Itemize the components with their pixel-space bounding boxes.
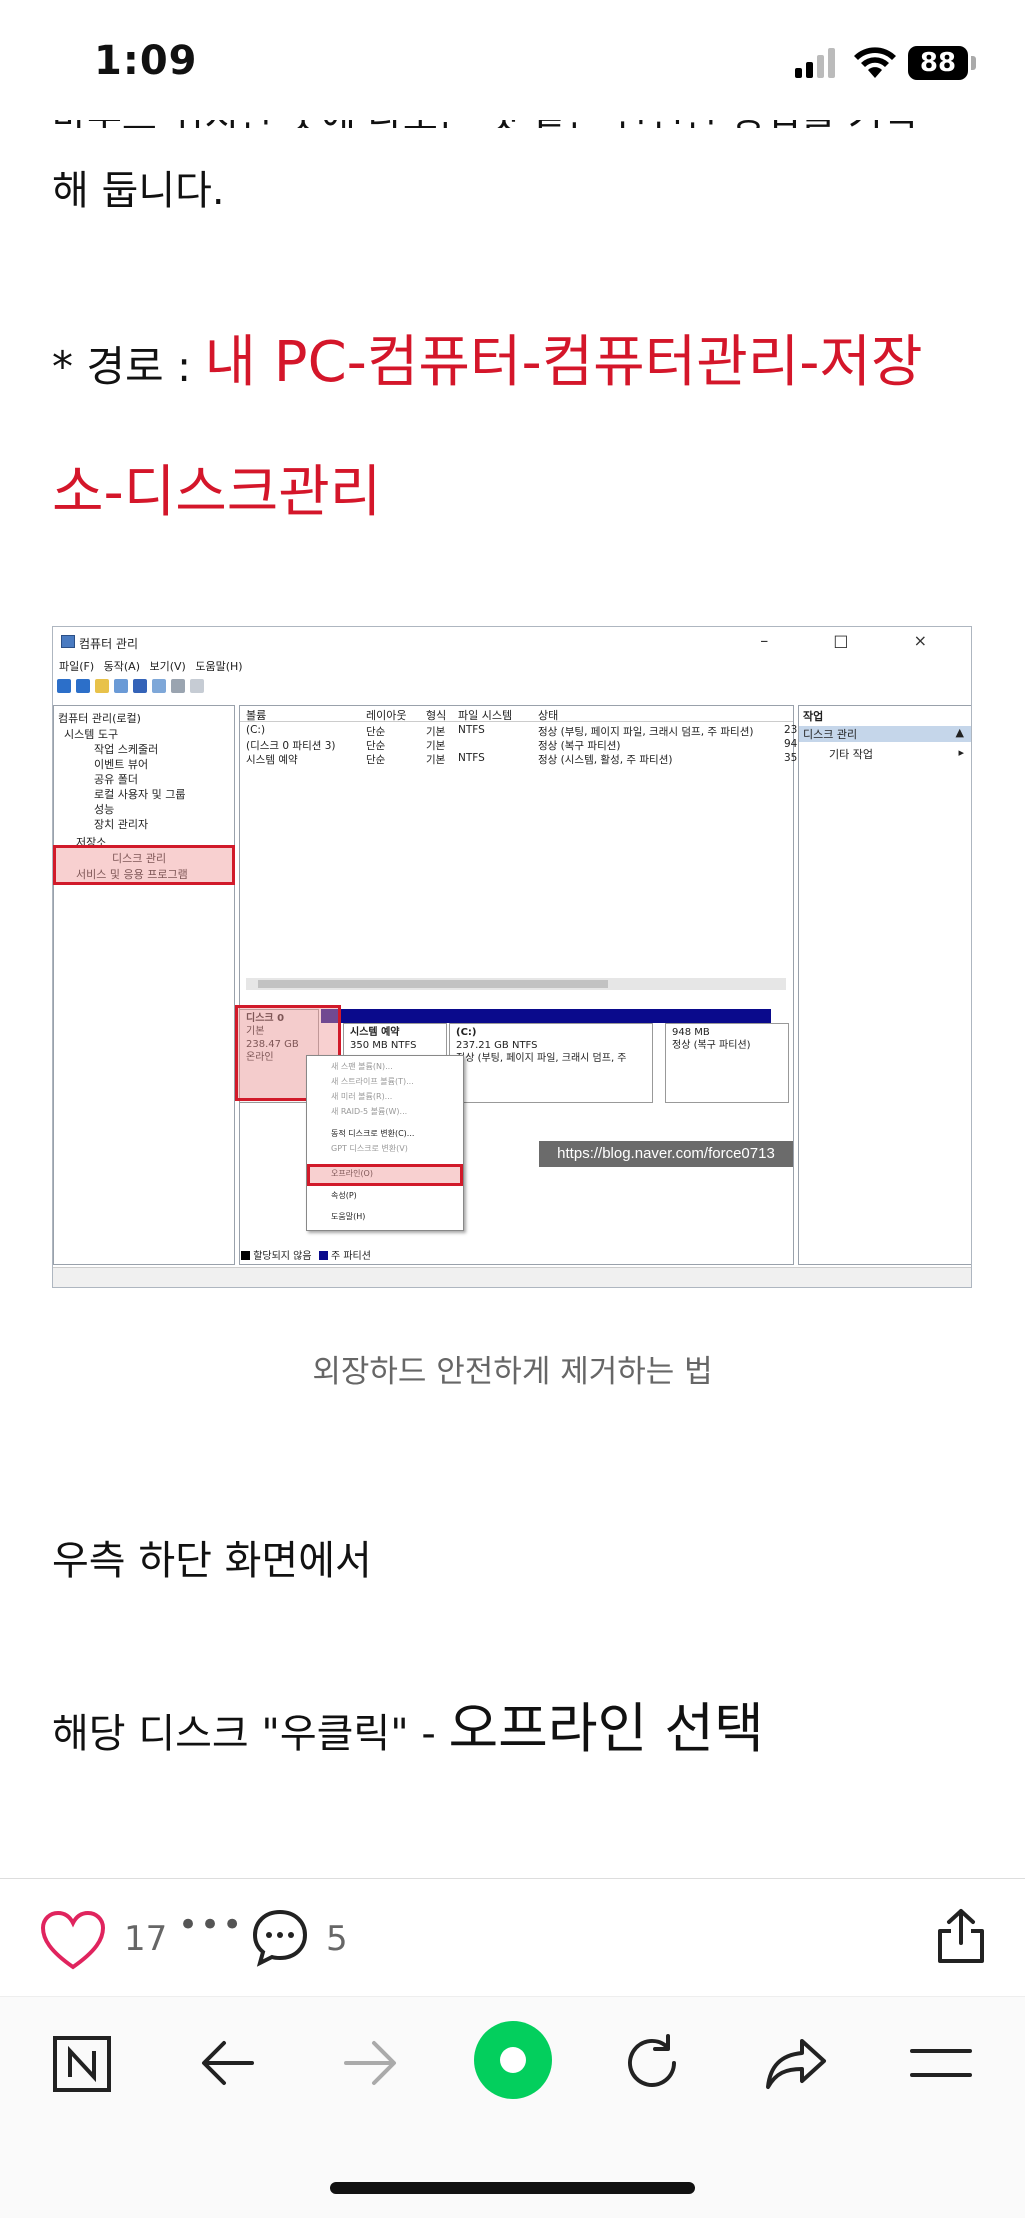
tree-item: 공유 폴더 [94,773,138,786]
unallocated-swatch [241,1251,250,1260]
highlight-offline [307,1164,463,1186]
comment-icon[interactable] [250,1907,310,1967]
window-titlebar: 컴퓨터 관리 – □ × [53,627,971,657]
partition-bar [321,1009,771,1023]
heart-icon[interactable] [40,1911,106,1971]
legend: 할당되지 않음 주 파티션 [241,1247,371,1262]
battery-icon: 88 [908,46,968,80]
path-label: * 경로 : [52,342,205,391]
tree-item: 이벤트 뷰어 [94,758,149,771]
computer-management-screenshot[interactable]: 컴퓨터 관리 – □ × 파일(F) 동작(A) 보기(V) 도움말(H) 컴퓨… [52,626,972,1288]
menu-item[interactable]: 새 미러 볼륨(R)... [331,1091,392,1102]
menu-icon[interactable] [910,2043,972,2083]
reload-icon[interactable] [622,2033,682,2093]
menu-item[interactable]: 새 스팬 볼륨(N)... [331,1061,393,1072]
image-caption: 외장하드 안전하게 제거하는 법 [312,1354,713,1390]
menu-item[interactable]: 새 RAID-5 볼륨(W)... [331,1106,407,1117]
tree-item: 로컬 사용자 및 그룹 [94,788,186,801]
wifi-icon [854,47,896,78]
navigation-tree: 컴퓨터 관리(로컬) 시스템 도구 작업 스케줄러 이벤트 뷰어 공유 폴더 로… [53,705,235,1265]
home-indicator[interactable] [330,2182,695,2194]
menu-item[interactable]: 동적 디스크로 변환(C)... [331,1128,414,1139]
view-icon [114,679,128,693]
menu-item[interactable]: 속성(P) [331,1190,357,1201]
share-arrow-icon[interactable] [764,2035,828,2091]
paragraph-3: 해당 디스크 "우클릭" - 오프라인 선택 [52,1697,764,1760]
context-menu[interactable]: 새 스팬 볼륨(N)... 새 스트라이프 볼륨(T)... 새 미러 볼륨(R… [306,1055,464,1231]
list-icon [190,679,204,693]
like-count: 17 [124,1919,168,1959]
primary-swatch [318,1251,328,1260]
menu-item[interactable]: 도움말(H) [331,1211,365,1222]
window-statusbar [53,1267,971,1287]
paragraph-1: 해 둡니다. [52,168,225,214]
toolbar [57,679,204,699]
tree-item: 컴퓨터 관리(로컬) [58,712,141,725]
folder-icon [95,679,109,693]
actions-pane: 작업 디스크 관리 ▲ 기타 작업 ▸ [798,705,971,1265]
status-bar: 1:09 88 [0,0,1025,120]
partition-recovery[interactable]: 948 MB 정상 (복구 파티션) [665,1023,789,1103]
menu-item[interactable]: GPT 디스크로 변환(V) [331,1143,408,1154]
properties-icon [152,679,166,693]
actions-title: 작업 [803,710,824,723]
signal-icon [795,48,835,78]
comment-count: 5 [326,1919,348,1959]
tree-item: 성능 [94,803,115,816]
naver-n-icon[interactable] [52,2035,112,2093]
status-time: 1:09 [94,38,198,84]
actions-subitem[interactable]: 기타 작업 [829,746,873,762]
menu-item[interactable]: 새 스트라이프 볼륨(T)... [331,1076,414,1087]
reaction-bar: 17 ••• 5 [0,1878,1025,1996]
window-buttons: – □ × [760,631,957,650]
path-heading: * 경로 : 내 PC-컴퓨터-컴퓨터관리-저장소-디스크관리 [52,300,982,556]
volume-header: 볼륨 레이아웃 형식 파일 시스템 상태 [240,706,793,722]
highlight-storage [53,845,235,885]
actions-item[interactable]: 디스크 관리 ▲ [799,726,971,742]
more-icon[interactable]: ••• [178,1905,244,1945]
tree-item: 작업 스케줄러 [94,743,159,756]
menu-bar: 파일(F) 동작(A) 보기(V) 도움말(H) [59,660,243,673]
collapse-icon: ▲ [955,726,964,739]
table-row[interactable]: (디스크 0 파티션 3) 단순 기본 정상 (복구 파티션) 94 [240,738,797,752]
forward-icon [76,679,90,693]
share-icon[interactable] [934,1907,988,1965]
emphasis-text: 오프라인 선택 [448,1697,764,1760]
computer-management-icon [61,635,75,648]
partition-c[interactable]: (C:) 237.21 GB NTFS 정상 (부팅, 페이지 파일, 크래시 덤프… [449,1023,653,1103]
horizontal-scrollbar[interactable] [246,978,786,990]
window-title: 컴퓨터 관리 [79,637,139,651]
back-arrow-icon[interactable] [198,2035,258,2091]
back-icon [57,679,71,693]
paragraph-2: 우측 하단 화면에서 [52,1538,372,1584]
table-row[interactable]: 시스템 예약 단순 기본 NTFS 정상 (시스템, 활성, 주 파티션) 35 [240,752,797,766]
battery-tip [971,56,976,70]
help-icon [133,679,147,693]
tree-item: 장치 관리자 [94,818,149,831]
table-row[interactable]: (C:) 단순 기본 NTFS 정상 (부팅, 페이지 파일, 크래시 덤프, … [240,724,797,738]
watermark: https://blog.naver.com/force0713 [539,1141,793,1167]
green-dot-icon[interactable] [472,2019,554,2101]
submenu-arrow-icon: ▸ [958,746,964,759]
tree-item: 시스템 도구 [64,728,119,741]
key-icon [171,679,185,693]
forward-arrow-icon[interactable] [340,2035,400,2091]
